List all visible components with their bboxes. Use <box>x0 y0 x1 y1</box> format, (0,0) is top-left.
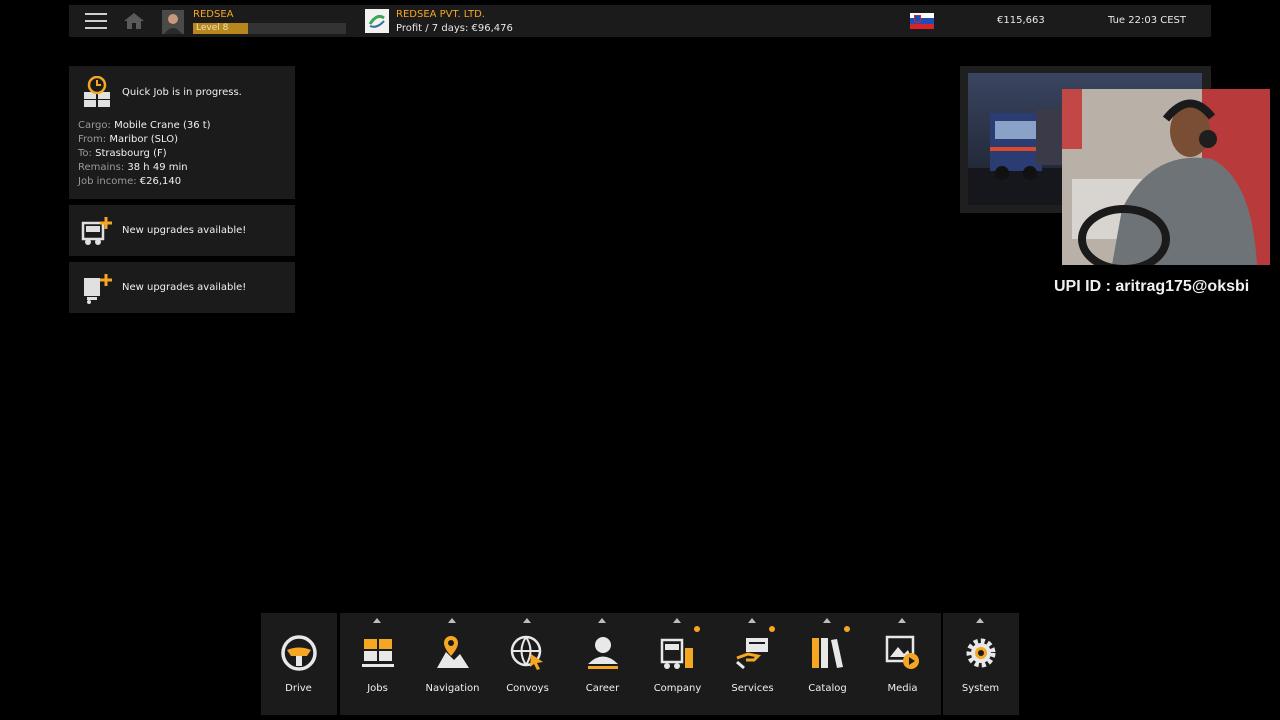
job-income: Job income: €26,140 <box>78 176 182 187</box>
dock-label: Catalog <box>808 683 847 694</box>
notification-text: New upgrades available! <box>122 282 247 293</box>
dock-label: Media <box>887 683 918 694</box>
job-title: Quick Job is in progress. <box>122 87 242 98</box>
notification-dot <box>769 626 775 632</box>
dock-item-catalog[interactable]: Catalog <box>790 613 865 715</box>
notification-dot <box>694 626 700 632</box>
dock-item-jobs[interactable]: Jobs <box>340 613 415 715</box>
dock-item-system[interactable]: System <box>943 613 1018 715</box>
hamburger-menu-icon[interactable] <box>85 13 107 29</box>
bottom-dock: Drive Jobs Navigation Convoys Career Com… <box>261 613 1019 715</box>
dock-item-career[interactable]: Career <box>565 613 640 715</box>
level-bar: Level 8 <box>193 23 346 34</box>
dock-label: Convoys <box>506 683 549 694</box>
caret-up-icon <box>523 618 531 623</box>
company-logo-icon[interactable] <box>365 9 389 33</box>
books-icon <box>812 638 843 668</box>
company-truck-icon <box>660 638 693 669</box>
caret-up-icon <box>373 618 381 623</box>
caret-up-icon <box>976 618 984 623</box>
slovenia-flag-icon <box>910 13 934 29</box>
job-to: To: Strasbourg (F) <box>78 148 167 159</box>
services-icon <box>736 638 768 670</box>
dock-label: Jobs <box>367 683 388 694</box>
dock-label: System <box>961 683 1000 694</box>
trailer-upgrade-icon <box>81 272 113 304</box>
caret-up-icon <box>748 618 756 623</box>
caret-up-icon <box>823 618 831 623</box>
map-pin-icon <box>437 636 469 668</box>
dock-system-panel: System <box>943 613 1019 715</box>
money-balance: €115,663 <box>997 15 1045 26</box>
steering-wheel-icon <box>281 635 317 671</box>
dock-item-services[interactable]: Services <box>715 613 790 715</box>
caret-up-icon <box>598 618 606 623</box>
player-name: REDSEA <box>193 9 234 20</box>
company-profit: Profit / 7 days: €96,476 <box>396 23 513 34</box>
job-cargo: Cargo: Mobile Crane (36 t) <box>78 120 211 131</box>
dock-item-convoys[interactable]: Convoys <box>490 613 565 715</box>
dock-menu-panel: Jobs Navigation Convoys Career Company S… <box>340 613 941 715</box>
player-avatar[interactable] <box>162 10 184 34</box>
caret-up-icon <box>898 618 906 623</box>
upgrade-notification[interactable]: New upgrades available! <box>69 262 295 313</box>
webcam-overlay <box>1062 89 1270 265</box>
top-bar: REDSEA Level 8 REDSEA PVT. LTD. Profit /… <box>69 5 1211 37</box>
notification-dot <box>844 626 850 632</box>
globe-cursor-icon <box>510 635 543 670</box>
dock-item-company[interactable]: Company <box>640 613 715 715</box>
jobs-icon <box>362 639 394 667</box>
home-icon[interactable] <box>123 12 145 30</box>
dock-item-media[interactable]: Media <box>865 613 940 715</box>
company-name: REDSEA PVT. LTD. <box>396 9 485 20</box>
truck-upgrade-icon <box>81 215 113 247</box>
dock-label: Career <box>585 683 620 694</box>
upgrade-notification[interactable]: New upgrades available! <box>69 205 295 256</box>
job-progress-icon <box>81 75 113 108</box>
job-remains: Remains: 38 h 49 min <box>78 162 188 173</box>
notification-text: New upgrades available! <box>122 225 247 236</box>
game-clock: Tue 22:03 CEST <box>1108 15 1187 26</box>
job-from: From: Maribor (SLO) <box>78 134 178 145</box>
dock-drive-panel: Drive <box>261 613 337 715</box>
job-panel[interactable]: Quick Job is in progress. Cargo: Mobile … <box>69 66 295 199</box>
person-icon <box>588 637 618 669</box>
caret-up-icon <box>673 618 681 623</box>
media-icon <box>885 635 919 669</box>
dock-item-drive[interactable]: Drive <box>261 613 336 715</box>
dock-label: Services <box>731 683 774 694</box>
dock-label: Company <box>653 683 702 694</box>
level-label: Level 8 <box>196 23 229 33</box>
caret-up-icon <box>448 618 456 623</box>
dock-item-navigation[interactable]: Navigation <box>415 613 490 715</box>
dock-label: Drive <box>285 683 312 694</box>
upi-id-text: UPI ID : aritrag175@oksbi <box>1054 278 1250 295</box>
dock-label: Navigation <box>425 683 480 694</box>
gear-icon <box>966 638 996 668</box>
